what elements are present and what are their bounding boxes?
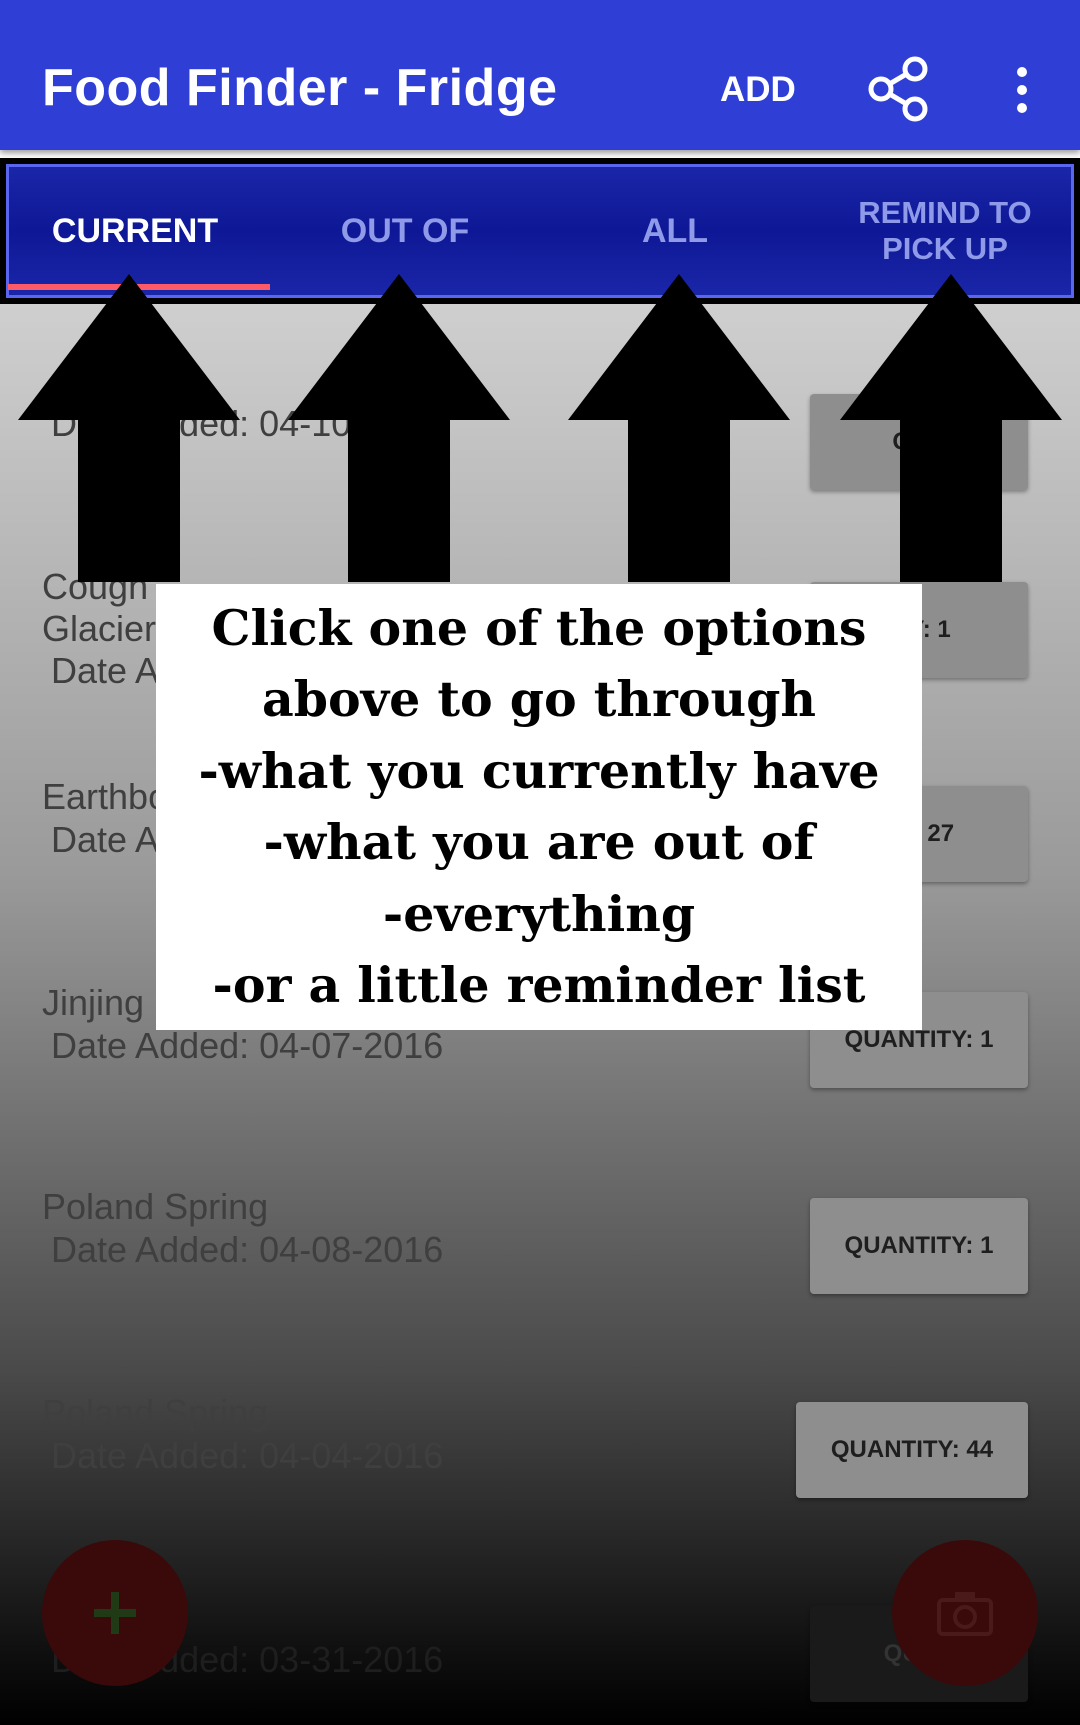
instruction-line: Click one of the options [211, 598, 867, 657]
instruction-line: -what you are out of [263, 813, 815, 871]
item-date: Date Added: 04-08-2016 [51, 1229, 444, 1270]
item-name: Earthbo [42, 776, 169, 817]
item-name: Poland Spring [42, 1186, 269, 1227]
overflow-menu-icon[interactable] [1010, 66, 1034, 114]
share-icon[interactable] [865, 56, 931, 122]
add-button[interactable]: ADD [720, 70, 796, 110]
plus-icon [94, 1592, 136, 1634]
item-name-line-2: Glacier [42, 608, 157, 649]
camera-fab[interactable] [892, 1540, 1038, 1686]
camera-icon [937, 1592, 993, 1636]
arrow-up-icon [568, 274, 790, 582]
item-date: Date Added: 04-04-2016 [51, 1435, 444, 1476]
add-item-fab[interactable] [42, 1540, 188, 1686]
item-date: Date A [51, 650, 160, 691]
instruction-overlay: Click one of the options above to go thr… [156, 584, 922, 1030]
app-bar: Food Finder - Fridge ADD [0, 0, 1080, 150]
arrow-up-icon [18, 274, 240, 582]
item-date: Date A [51, 819, 160, 860]
item-date: Date Added: 04-07-2016 [51, 1025, 444, 1066]
instruction-line: -everything [382, 884, 696, 943]
quantity-button[interactable]: QUANTITY: 1 [810, 1198, 1028, 1294]
instruction-line: above to go through [261, 670, 817, 728]
item-name: Jinjing [42, 982, 145, 1023]
instruction-line: -what you currently have [198, 741, 880, 800]
list-item[interactable]: Poland Spring Date Added: 04-08-2016 QUA… [0, 1186, 1080, 1386]
arrow-up-icon [840, 274, 1062, 582]
quantity-button[interactable]: QUANTITY: 44 [796, 1402, 1028, 1498]
instruction-line: -or a little reminder list [212, 956, 866, 1014]
item-name: Poland Spring [42, 1392, 269, 1433]
app-title: Food Finder - Fridge [42, 59, 558, 117]
arrow-up-icon [288, 274, 510, 582]
